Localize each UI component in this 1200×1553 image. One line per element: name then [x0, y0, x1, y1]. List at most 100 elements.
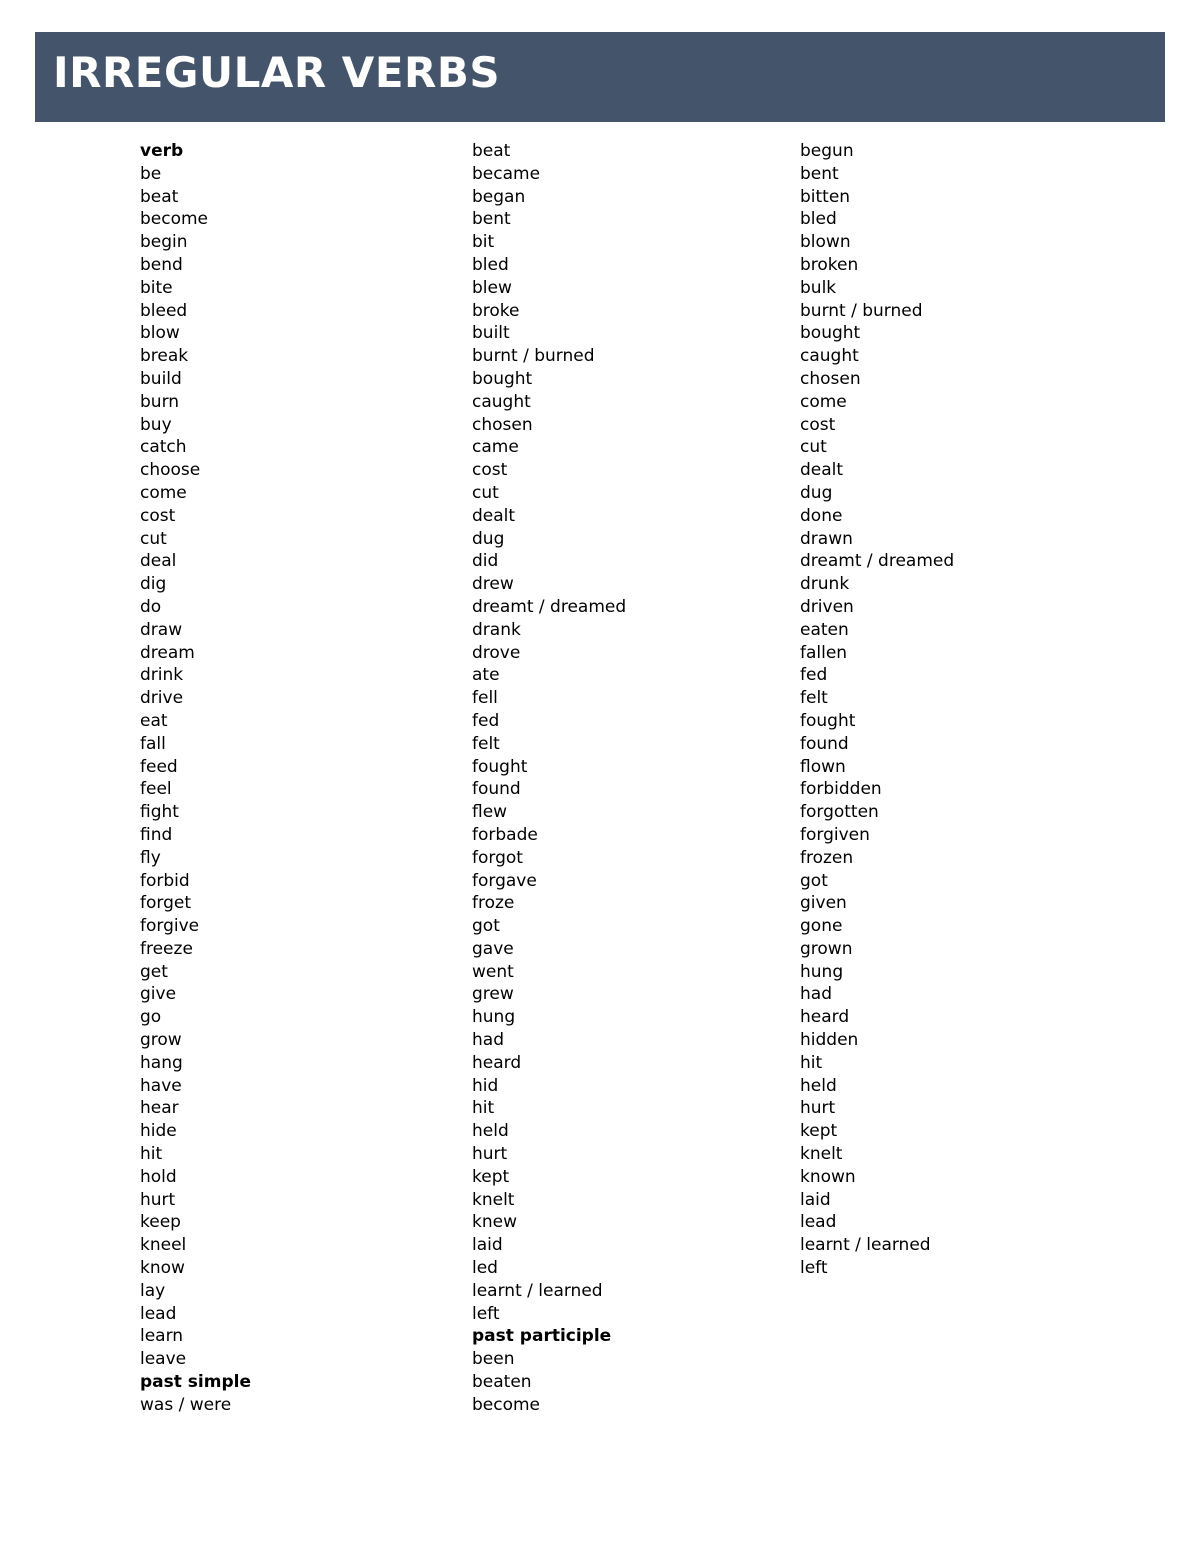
verb-cell: break: [140, 346, 189, 367]
verb-cell: learn: [140, 1326, 184, 1347]
verb-cell: led: [472, 1258, 498, 1279]
verb-cell: learnt / learned: [472, 1280, 603, 1301]
verb-cell: gone: [800, 916, 843, 937]
verb-cell: drew: [472, 574, 514, 595]
verb-cell: cut: [800, 437, 827, 458]
verb-cell: hid: [472, 1075, 499, 1096]
verb-cell: eaten: [800, 619, 849, 640]
verb-cell: hold: [140, 1166, 177, 1187]
verb-cell: lay: [140, 1280, 166, 1301]
column-heading: past participle: [472, 1326, 612, 1347]
verb-cell: drink: [140, 665, 184, 686]
verb-cell: find: [140, 824, 173, 845]
verb-cell: cost: [472, 460, 508, 481]
verb-cell: came: [472, 437, 519, 458]
page-title: IRREGULAR VERBS: [53, 48, 501, 97]
verb-cell: bought: [472, 368, 533, 389]
verb-cell: cost: [800, 414, 836, 435]
verb-cell: dealt: [800, 460, 844, 481]
verb-cell: grown: [800, 938, 853, 959]
verb-cell: feed: [140, 756, 178, 777]
page-title-banner: IRREGULAR VERBS: [35, 32, 1165, 122]
verb-cell: left: [472, 1303, 500, 1324]
verb-cell: begun: [800, 141, 854, 161]
verb-cell: bit: [472, 232, 495, 253]
verb-cell: drive: [140, 688, 184, 709]
verb-cell: gave: [472, 938, 514, 959]
verb-cell: hang: [140, 1052, 183, 1073]
verb-cell: hit: [140, 1144, 163, 1165]
verb-cell: cost: [140, 505, 176, 526]
verb-cell: grow: [140, 1030, 182, 1051]
verb-cell: held: [472, 1121, 509, 1142]
verb-cell: flew: [472, 802, 508, 823]
verb-cell: forgive: [140, 916, 200, 937]
verb-cell: fell: [472, 688, 498, 709]
verb-cell: blown: [800, 232, 851, 253]
verb-cell: burnt / burned: [800, 300, 923, 321]
verb-cell: went: [472, 961, 514, 982]
verb-cell: began: [472, 186, 526, 207]
verb-cell: chosen: [472, 414, 533, 435]
verb-cell: fall: [140, 733, 166, 754]
verb-cell: beat: [140, 186, 179, 207]
verb-cell: forbid: [140, 870, 190, 891]
verb-cell: bitten: [800, 186, 851, 207]
verb-cell: come: [140, 482, 187, 503]
verb-cell: kept: [800, 1121, 838, 1142]
verb-cell: fought: [472, 756, 528, 777]
verb-cell: feel: [140, 779, 172, 800]
verb-cell: come: [800, 391, 847, 412]
verb-cell: fed: [800, 665, 828, 686]
verb-cell: bought: [800, 323, 861, 344]
verb-cell: lead: [140, 1303, 177, 1324]
verb-cell: left: [800, 1258, 828, 1279]
column-heading: verb: [140, 141, 184, 161]
verb-cell: found: [472, 779, 521, 800]
verb-cell: did: [472, 551, 499, 572]
verb-cell: became: [472, 163, 541, 184]
verb-cell: know: [140, 1258, 185, 1279]
verb-cell: beat: [472, 141, 511, 161]
verb-cell: frozen: [800, 847, 854, 868]
verb-cell: hit: [472, 1098, 495, 1119]
verb-cell: bled: [472, 254, 509, 275]
verb-cell: have: [140, 1075, 182, 1096]
verb-cell: forbidden: [800, 779, 882, 800]
verb-cell: become: [472, 1394, 541, 1415]
verb-cell: chosen: [800, 368, 861, 389]
verb-cell: drunk: [800, 574, 850, 595]
verb-cell: deal: [140, 551, 177, 572]
verb-cell: been: [472, 1349, 515, 1370]
verb-cell: hear: [140, 1098, 179, 1119]
verb-cell: give: [140, 984, 177, 1005]
verb-cell: catch: [140, 437, 187, 458]
verb-cell: dream: [140, 642, 195, 663]
verb-cell: be: [140, 163, 162, 184]
verb-cell: ate: [472, 665, 500, 686]
verb-cell: lead: [800, 1212, 837, 1233]
verb-cell: heard: [800, 1007, 850, 1028]
verb-cell: grew: [472, 984, 514, 1005]
verb-cell: built: [472, 323, 510, 344]
verb-cell: draw: [140, 619, 183, 640]
verb-cell: drank: [472, 619, 521, 640]
verb-cell: forget: [140, 893, 191, 914]
verb-cell: got: [800, 870, 828, 891]
verb-cell: cut: [140, 528, 167, 549]
verb-cell: caught: [472, 391, 531, 412]
verb-cell: bled: [800, 209, 837, 230]
verb-cell: was / were: [140, 1394, 232, 1415]
column-heading: past simple: [140, 1372, 251, 1393]
verb-cell: blew: [472, 277, 512, 298]
verb-cell: forbade: [472, 824, 538, 845]
verb-cell: knelt: [472, 1189, 515, 1210]
verb-cell: flown: [800, 756, 846, 777]
verb-cell: broke: [472, 300, 520, 321]
verb-cell: driven: [800, 596, 854, 617]
column-verb: verb be beat become begin bend bite bleed blow br…: [140, 140, 460, 1417]
verb-cell: choose: [140, 460, 201, 481]
verb-cell: forgot: [472, 847, 523, 868]
verb-cell: had: [800, 984, 832, 1005]
verb-cell: felt: [800, 688, 828, 709]
